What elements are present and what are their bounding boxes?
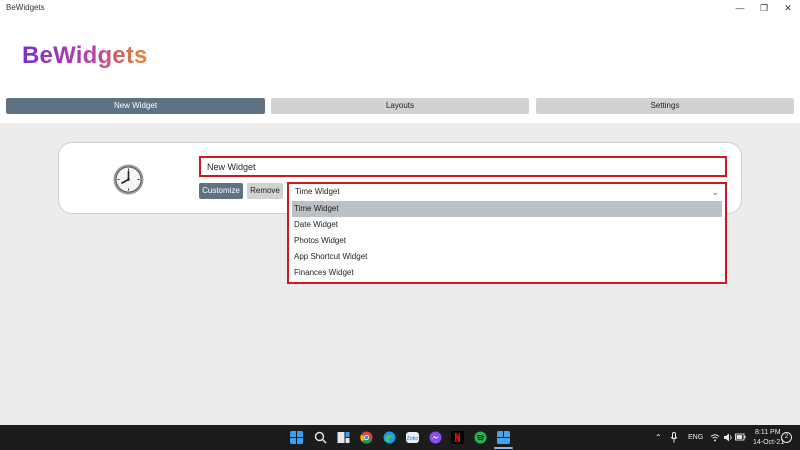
restore-icon[interactable]: ❐ — [757, 2, 771, 14]
dropdown-option-app-shortcut[interactable]: App Shortcut Widget — [289, 249, 725, 265]
close-icon[interactable]: ✕ — [781, 2, 795, 14]
tab-new-widget[interactable]: New Widget — [6, 98, 265, 114]
dropdown-option-time[interactable]: Time Widget — [292, 201, 722, 217]
chevron-down-icon[interactable]: ⌄ — [711, 184, 719, 200]
clock-icon — [113, 164, 144, 195]
widget-name-input[interactable] — [199, 156, 727, 177]
edge-icon[interactable] — [383, 431, 396, 444]
chrome-icon[interactable] — [360, 431, 373, 444]
language-indicator[interactable]: ENG — [688, 434, 703, 441]
app-header: BeWidgets New Widget Layouts Settings — [0, 18, 800, 123]
search-icon[interactable] — [314, 431, 327, 444]
zoho-icon[interactable]: Zoho — [406, 431, 419, 444]
customize-button[interactable]: Customize — [199, 183, 243, 199]
notification-badge[interactable]: 2 — [781, 432, 792, 443]
microphone-icon[interactable] — [670, 432, 678, 443]
spotify-icon[interactable] — [474, 431, 487, 444]
dropdown-option-finances[interactable]: Finances Widget — [289, 265, 725, 281]
svg-text:Zoho: Zoho — [407, 436, 419, 442]
dropdown-option-date[interactable]: Date Widget — [289, 217, 725, 233]
tab-layouts[interactable]: Layouts — [271, 98, 529, 114]
title-bar: BeWidgets — ❐ ✕ — [0, 0, 800, 18]
minimize-icon[interactable]: — — [733, 2, 747, 14]
widget-type-select[interactable]: Time Widget ⌄ — [287, 182, 727, 200]
netflix-icon[interactable] — [451, 431, 464, 444]
clock-time[interactable]: 8:11 PM — [755, 429, 781, 436]
window-title: BeWidgets — [6, 3, 45, 12]
widget-type-selected: Time Widget — [295, 187, 340, 196]
clock-date[interactable]: 14-Oct-21 — [753, 439, 784, 446]
windows-start-icon[interactable] — [290, 431, 303, 444]
active-app-indicator — [494, 447, 513, 449]
speaker-icon[interactable] — [723, 433, 733, 442]
chevron-up-icon[interactable]: ⌃ — [655, 433, 662, 442]
task-view-icon[interactable] — [337, 431, 350, 444]
bewidgets-icon[interactable] — [497, 431, 510, 444]
taskbar: Zoho ⌃ ENG 8:11 PM 14-Oct-21 2 — [0, 425, 800, 450]
widget-type-dropdown: Time Widget Date Widget Photos Widget Ap… — [287, 200, 727, 284]
tab-settings[interactable]: Settings — [536, 98, 794, 114]
remove-button[interactable]: Remove — [247, 183, 283, 199]
wifi-icon[interactable] — [710, 433, 720, 442]
messenger-icon[interactable] — [429, 431, 442, 444]
app-logo: BeWidgets — [22, 42, 148, 69]
dropdown-option-photos[interactable]: Photos Widget — [289, 233, 725, 249]
battery-icon[interactable] — [735, 433, 746, 441]
